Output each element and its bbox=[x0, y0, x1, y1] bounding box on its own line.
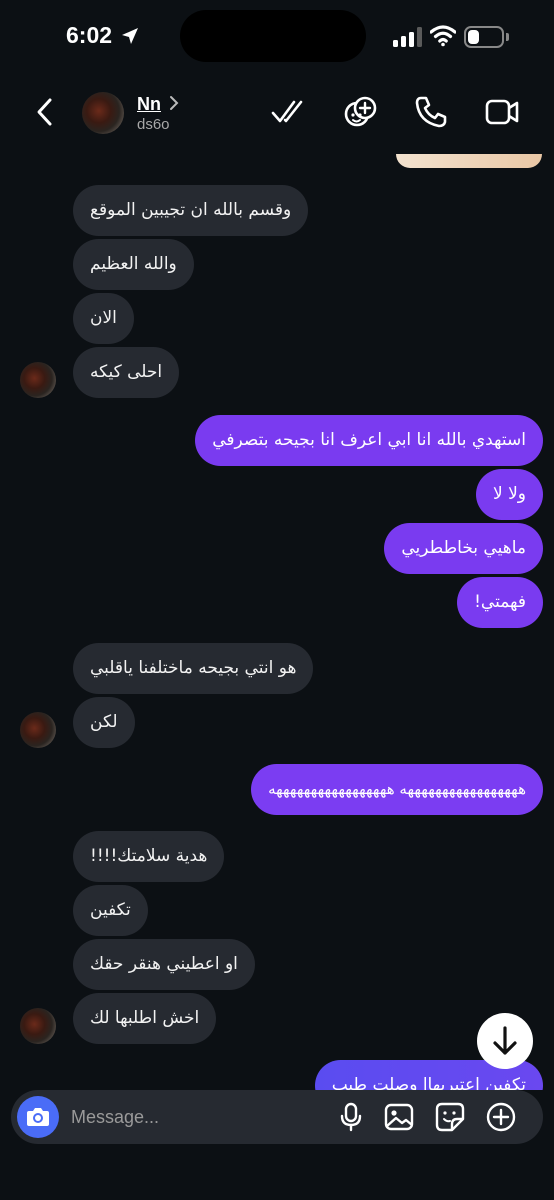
sticker-icon[interactable] bbox=[435, 1102, 465, 1132]
message-composer bbox=[11, 1090, 543, 1144]
phone-icon[interactable] bbox=[413, 94, 449, 130]
cellular-signal-icon bbox=[393, 27, 422, 47]
effects-icon[interactable] bbox=[343, 94, 379, 130]
status-time: 6:02 bbox=[66, 22, 113, 48]
sender-avatar[interactable] bbox=[20, 362, 56, 398]
status-bar: 6:02 bbox=[0, 0, 554, 72]
message-incoming[interactable]: تكفين bbox=[73, 885, 148, 936]
message-incoming[interactable]: احلى كيكه bbox=[73, 347, 180, 398]
message-list[interactable]: وقسم بالله ان تجيبين الموقع والله العظيم… bbox=[0, 154, 554, 1090]
wifi-icon bbox=[430, 25, 456, 47]
sender-avatar[interactable] bbox=[20, 712, 56, 748]
message-incoming[interactable]: او اعطيني هنقر حقك bbox=[73, 939, 255, 990]
sender-avatar[interactable] bbox=[20, 1008, 56, 1044]
gallery-icon[interactable] bbox=[384, 1102, 414, 1132]
dynamic-island bbox=[180, 10, 366, 62]
previous-media-message[interactable] bbox=[396, 154, 542, 168]
camera-icon bbox=[27, 1108, 49, 1126]
message-incoming[interactable]: وقسم بالله ان تجيبين الموقع bbox=[73, 185, 309, 236]
battery-level bbox=[468, 30, 479, 44]
arrow-down-icon bbox=[493, 1026, 517, 1055]
message-input[interactable] bbox=[71, 1090, 321, 1144]
contact-avatar[interactable] bbox=[82, 92, 124, 134]
message-outgoing[interactable]: ولا لا bbox=[475, 469, 543, 520]
chat-header: Nn ds6o bbox=[0, 72, 554, 154]
message-outgoing[interactable]: هههههههههههههههههه هههههههههههههههههه bbox=[251, 764, 543, 815]
battery-icon bbox=[464, 26, 504, 48]
microphone-icon[interactable] bbox=[336, 1102, 366, 1132]
battery-tip bbox=[506, 33, 509, 41]
contact-username: ds6o bbox=[137, 116, 170, 133]
scroll-to-bottom-button[interactable] bbox=[477, 1013, 533, 1069]
message-incoming[interactable]: اخش اطلبها لك bbox=[73, 993, 217, 1044]
back-chevron-icon[interactable] bbox=[30, 92, 64, 132]
chevron-right-icon[interactable] bbox=[168, 94, 180, 112]
message-incoming[interactable]: لكن bbox=[73, 697, 135, 748]
message-incoming[interactable]: هو انتي بجيحه ماختلفنا ياقلبي bbox=[73, 643, 314, 694]
message-outgoing[interactable]: فهمتي! bbox=[457, 577, 543, 628]
message-incoming[interactable]: الان bbox=[73, 293, 134, 344]
add-icon[interactable] bbox=[486, 1102, 516, 1132]
double-check-icon[interactable] bbox=[270, 94, 306, 130]
contact-name[interactable]: Nn bbox=[137, 94, 161, 115]
message-outgoing[interactable]: استهدي بالله انا ابي اعرف انا بجيحه بتصر… bbox=[195, 415, 543, 466]
location-arrow-icon bbox=[122, 28, 138, 44]
camera-button[interactable] bbox=[17, 1096, 59, 1138]
message-outgoing[interactable]: ماهيي بخاططريي bbox=[384, 523, 543, 574]
message-incoming[interactable]: والله العظيم bbox=[73, 239, 194, 290]
video-camera-icon[interactable] bbox=[484, 94, 520, 130]
message-incoming[interactable]: هدية سلامتك!!!! bbox=[73, 831, 225, 882]
